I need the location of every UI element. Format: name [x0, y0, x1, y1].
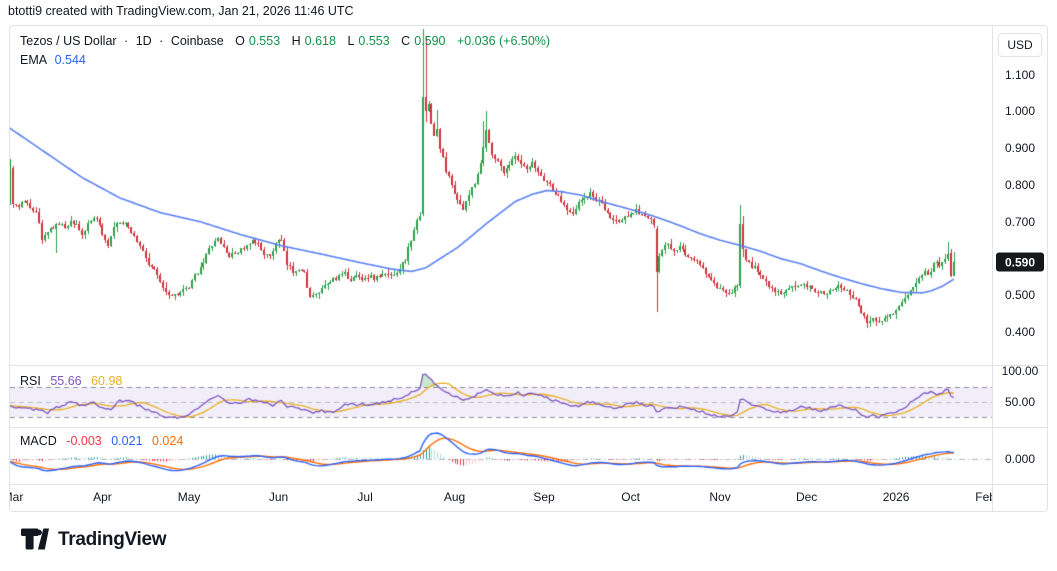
- ohlc-open: O 0.553: [235, 34, 281, 48]
- price-change: +0.036 (+6.50%): [456, 34, 551, 48]
- rsi-axis[interactable]: 100.00 50.00: [992, 364, 1047, 427]
- price-axis-label: 1.000: [1004, 104, 1036, 119]
- rsi-axis-label: 50.00: [1004, 395, 1036, 409]
- price-axis-label: 0.400: [1004, 325, 1036, 340]
- macd-hist-value: -0.003: [66, 434, 102, 448]
- ohlc-high: H 0.618: [291, 34, 336, 48]
- price-axis-label: 0.500: [1004, 288, 1036, 303]
- tradingview-snapshot: btotti9 created with TradingView.com, Ja…: [0, 0, 1057, 571]
- rsi-canvas[interactable]: [10, 366, 992, 427]
- macd-label: MACD: [20, 434, 57, 448]
- tradingview-logo[interactable]: TradingView: [21, 527, 167, 552]
- macd-legend[interactable]: MACD -0.003 0.021 0.024: [20, 434, 189, 448]
- price-axis-label: 1.100: [1004, 67, 1036, 82]
- time-axis-row: Mar Apr May Jun Jul Aug Sep Oct Nov Dec 2026 Feb: [10, 484, 1047, 511]
- attribution-text: btotti9 created with TradingView.com, Ja…: [8, 4, 354, 18]
- price-axis[interactable]: USD 0.590 1.100 1.000 0.900 0.800 0.700 0.500…: [992, 26, 1047, 365]
- price-axis-label: 0.900: [1004, 141, 1036, 156]
- tradingview-logo-icon: [21, 528, 49, 550]
- macd-line-value: 0.021: [111, 434, 143, 448]
- macd-pane-row: MACD -0.003 0.021 0.024 0.000: [10, 427, 1047, 484]
- legend-separator: ·: [124, 34, 129, 48]
- price-axis-label: 0.700: [1004, 214, 1036, 229]
- symbol-title: Tezos / US Dollar: [20, 34, 117, 48]
- time-axis-label-feb: Feb: [975, 490, 992, 504]
- rsi-legend[interactable]: RSI 55.66 60.98: [20, 374, 128, 388]
- legend-separator: ·: [159, 34, 164, 48]
- time-axis-label-may: May: [177, 490, 201, 504]
- time-axis[interactable]: Mar Apr May Jun Jul Aug Sep Oct Nov Dec 2026 Feb: [10, 485, 992, 511]
- last-price-badge: 0.590: [996, 252, 1044, 272]
- time-axis-label-apr: Apr: [93, 490, 112, 504]
- rsi-value: 55.66: [50, 374, 82, 388]
- rsi-axis-label: 100.00: [1001, 364, 1039, 378]
- symbol-legend[interactable]: Tezos / US Dollar · 1D · Coinbase O 0.553…: [20, 32, 554, 70]
- time-axis-label-aug: Aug: [443, 490, 466, 504]
- price-pane[interactable]: Tezos / US Dollar · 1D · Coinbase O 0.553…: [10, 26, 992, 365]
- ema-label: EMA: [20, 53, 48, 67]
- macd-axis-label: 0.000: [1004, 452, 1036, 466]
- time-axis-label-sep: Sep: [533, 490, 555, 504]
- ohlc-close: C 0.590: [401, 34, 446, 48]
- time-axis-corner: [992, 485, 1047, 511]
- tradingview-logo-text: TradingView: [58, 528, 167, 550]
- rsi-label: RSI: [20, 374, 41, 388]
- rsi-pane[interactable]: RSI 55.66 60.98: [10, 366, 992, 427]
- rsi-ma-value: 60.98: [91, 374, 123, 388]
- time-axis-label-oct: Oct: [621, 490, 640, 504]
- ema-value: 0.544: [54, 53, 86, 67]
- time-axis-label-jul: Jul: [357, 490, 373, 504]
- chart-widget: Tezos / US Dollar · 1D · Coinbase O 0.553…: [9, 25, 1048, 512]
- time-axis-label-mar: Mar: [10, 490, 24, 504]
- rsi-pane-row: RSI 55.66 60.98 100.00 50.00: [10, 364, 1047, 427]
- time-axis-label-nov: Nov: [709, 490, 731, 504]
- price-axis-label: 0.800: [1004, 178, 1036, 192]
- price-canvas[interactable]: [10, 26, 992, 365]
- symbol-interval: 1D: [135, 34, 152, 48]
- currency-button[interactable]: USD: [998, 33, 1042, 57]
- macd-signal-value: 0.024: [152, 434, 184, 448]
- ema-legend[interactable]: EMA 0.544: [20, 51, 550, 70]
- time-axis-label-dec: Dec: [795, 490, 818, 504]
- price-pane-row: Tezos / US Dollar · 1D · Coinbase O 0.553…: [10, 26, 1047, 365]
- symbol-exchange: Coinbase: [170, 34, 224, 48]
- time-axis-label-jun: Jun: [268, 490, 289, 504]
- macd-axis[interactable]: 0.000: [992, 428, 1047, 484]
- ohlc-low: L 0.553: [347, 34, 390, 48]
- macd-pane[interactable]: MACD -0.003 0.021 0.024: [10, 428, 992, 484]
- time-axis-label-2026: 2026: [882, 490, 910, 504]
